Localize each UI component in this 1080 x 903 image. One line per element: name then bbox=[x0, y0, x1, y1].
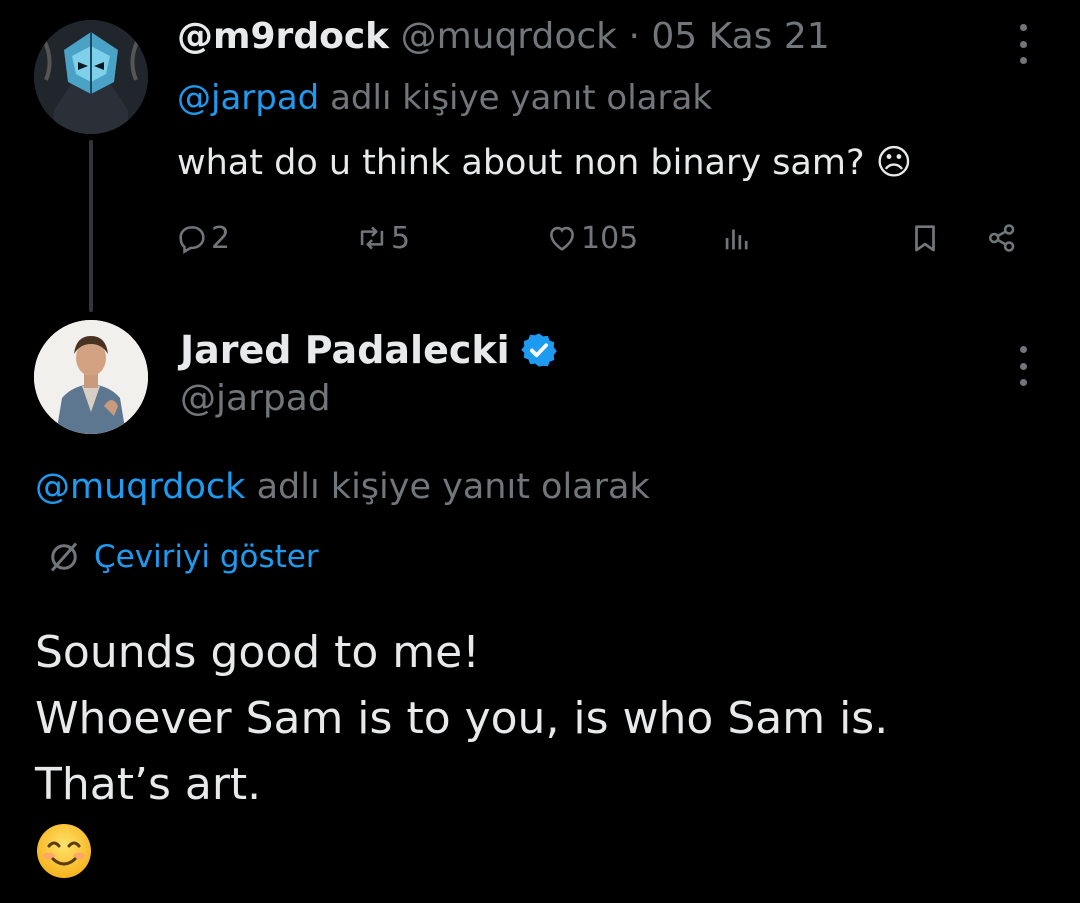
tweet1-reply-context: @jarpad adlı kişiye yanıt olarak bbox=[177, 76, 712, 120]
tweet2-text-line: Sounds good to me! bbox=[35, 627, 480, 678]
tweet2-more-icon[interactable] bbox=[1017, 346, 1029, 386]
tweet1-more-icon[interactable] bbox=[1017, 24, 1029, 64]
tweet2-reply-to-link[interactable]: @muqrdock bbox=[35, 467, 245, 507]
tweet2-text-line: Whoever Sam is to you, is who Sam is. bbox=[35, 693, 889, 744]
tweet2-text-line: That’s art. bbox=[35, 759, 262, 810]
tweet2-handle[interactable]: @jarpad bbox=[180, 376, 331, 422]
show-translation-label: Çeviriyi göster bbox=[94, 539, 319, 575]
avatar-m9rdock[interactable] bbox=[34, 20, 148, 134]
tweet2-reply-suffix: adlı kişiye yanıt olarak bbox=[256, 467, 650, 507]
thread-connector-line bbox=[89, 140, 93, 312]
reply-button[interactable]: 2 bbox=[175, 215, 230, 261]
tweet1-handle[interactable]: @muqrdock bbox=[401, 16, 617, 57]
tweet1-reply-suffix: adlı kişiye yanıt olarak bbox=[330, 78, 713, 118]
verified-badge-icon bbox=[520, 333, 557, 367]
tweet1-action-bar: 2 5 105 bbox=[175, 215, 1035, 261]
retweet-button[interactable]: 5 bbox=[355, 215, 410, 261]
avatar-image bbox=[34, 320, 148, 434]
like-button[interactable]: 105 bbox=[545, 215, 638, 261]
bookmark-icon bbox=[915, 225, 935, 252]
tweet1-header: @m9rdock @muqrdock · 05 Kas 21 bbox=[177, 14, 830, 60]
share-icon bbox=[988, 224, 1015, 252]
show-translation-button[interactable]: Çeviriyi göster bbox=[46, 536, 319, 578]
like-count: 105 bbox=[581, 220, 639, 256]
avatar-jarpad[interactable] bbox=[34, 320, 148, 434]
tweet1-separator: · bbox=[628, 16, 640, 57]
views-icon bbox=[725, 229, 748, 250]
tweet1-display-name[interactable]: @m9rdock bbox=[177, 16, 389, 57]
avatar-image bbox=[34, 20, 148, 134]
views-button[interactable] bbox=[720, 215, 754, 261]
retweet-icon bbox=[360, 226, 384, 250]
tweet1-date[interactable]: 05 Kas 21 bbox=[651, 16, 829, 57]
share-button[interactable] bbox=[985, 215, 1019, 261]
translate-icon bbox=[50, 542, 78, 572]
tweet1-text: what do u think about non binary sam? ☹ bbox=[177, 143, 913, 183]
reply-count: 2 bbox=[211, 220, 231, 256]
tweet2-text: Sounds good to me! Whoever Sam is to you… bbox=[35, 620, 888, 818]
reply-icon bbox=[179, 226, 205, 254]
like-icon bbox=[550, 226, 574, 251]
tweet2-reply-context: @muqrdock adlı kişiye yanıt olarak bbox=[35, 464, 650, 510]
bookmark-button[interactable] bbox=[908, 215, 942, 261]
tweet2-display-name[interactable]: Jared Padalecki bbox=[180, 326, 510, 374]
smiling-face-emoji bbox=[37, 824, 91, 878]
tweet1-reply-to-link[interactable]: @jarpad bbox=[177, 78, 319, 118]
retweet-count: 5 bbox=[391, 220, 411, 256]
tweet2-display-name-row: Jared Padalecki bbox=[180, 326, 558, 374]
